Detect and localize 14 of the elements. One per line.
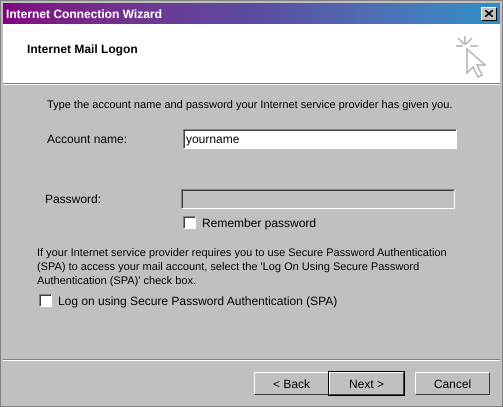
back-button[interactable]: < Back	[254, 372, 329, 395]
close-button[interactable]	[481, 6, 497, 20]
checkbox[interactable]: Remember password	[183, 214, 482, 232]
page-heading: Internet Mail Logon	[27, 41, 138, 58]
field-label: Password:	[45, 190, 102, 208]
window-title: Internet Connection Wizard	[6, 6, 162, 22]
close-icon	[485, 10, 493, 17]
input-field[interactable]: yourname	[183, 128, 457, 148]
instruction-text: Type the account name and password your Internet service provider has given you.	[47, 98, 454, 113]
checkbox[interactable]: Log on using Secure Password Authentication (SPA)	[39, 292, 482, 310]
field-label: Account name:	[47, 130, 128, 148]
spa-note: If your Internet service provider requires you to use Secure Password Authentication (SPA) to access your mail account, select the 'Log On Using Secure Password Authentication (SPA)' check box.	[37, 246, 448, 288]
next-button[interactable]: Next >	[329, 372, 404, 395]
cancel-button[interactable]: Cancel	[415, 372, 490, 395]
